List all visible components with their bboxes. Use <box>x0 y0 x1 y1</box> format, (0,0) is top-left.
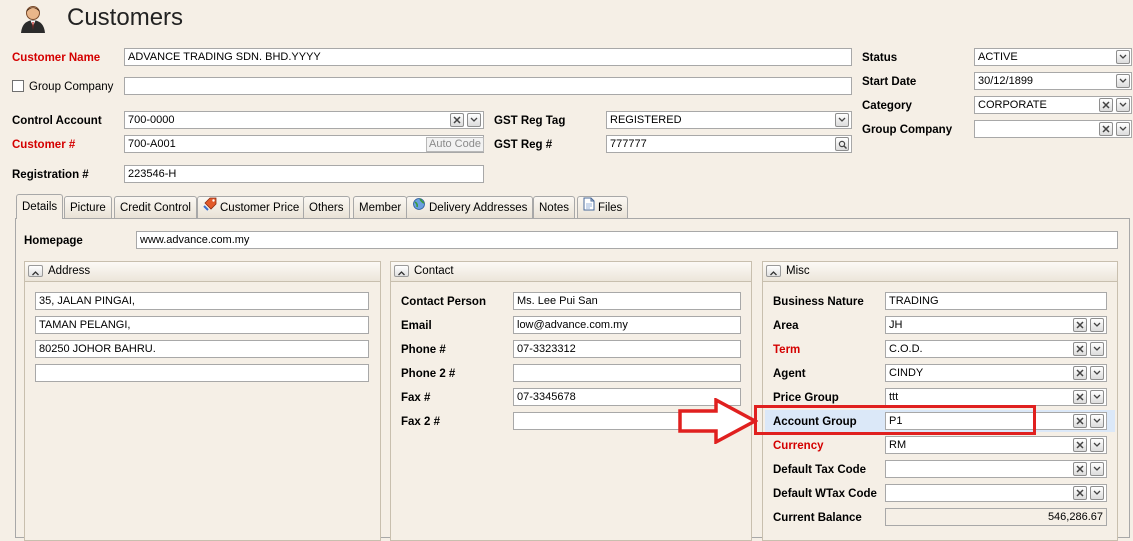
email-label: Email <box>401 320 432 332</box>
dropdown-chevron-icon[interactable] <box>1116 74 1130 88</box>
search-icon[interactable] <box>835 137 849 151</box>
phone-input[interactable]: 07-3323312 <box>513 340 741 358</box>
clear-icon[interactable] <box>1099 98 1113 112</box>
phone-2-input[interactable] <box>513 364 741 382</box>
business-nature-label: Business Nature <box>773 296 864 308</box>
group-company-text-input[interactable] <box>124 77 852 95</box>
dropdown-chevron-icon[interactable] <box>1090 462 1104 476</box>
homepage-label: Homepage <box>24 235 83 247</box>
clear-icon[interactable] <box>1073 366 1087 380</box>
tab-files[interactable]: Files <box>577 196 629 218</box>
homepage-input[interactable]: www.advance.com.my <box>136 231 1118 249</box>
customer-no-label: Customer # <box>12 139 76 151</box>
clear-icon[interactable] <box>1073 438 1087 452</box>
tab-member[interactable]: Member <box>353 196 408 218</box>
gst-reg-no-label: GST Reg # <box>494 139 553 151</box>
collapse-icon[interactable] <box>766 265 781 277</box>
gst-reg-tag-select[interactable]: REGISTERED <box>606 111 852 129</box>
dropdown-chevron-icon[interactable] <box>1090 318 1104 332</box>
dropdown-chevron-icon[interactable] <box>1090 438 1104 452</box>
default-wtax-code-label: Default WTax Code <box>773 488 877 500</box>
term-label: Term <box>773 344 801 356</box>
dropdown-chevron-icon[interactable] <box>1116 98 1130 112</box>
dropdown-chevron-icon[interactable] <box>1090 342 1104 356</box>
fax-2-label: Fax 2 # <box>401 416 440 428</box>
dropdown-chevron-icon[interactable] <box>835 113 849 127</box>
tab-details[interactable]: Details <box>16 194 64 219</box>
dropdown-chevron-icon[interactable] <box>1090 366 1104 380</box>
contact-person-label: Contact Person <box>401 296 486 308</box>
clear-icon[interactable] <box>1073 390 1087 404</box>
phone-label: Phone # <box>401 344 446 356</box>
address-line-3[interactable]: 80250 JOHOR BAHRU. <box>35 340 369 358</box>
misc-group-title: Misc <box>786 265 810 277</box>
dropdown-chevron-icon[interactable] <box>467 113 481 127</box>
registration-label: Registration # <box>12 169 89 181</box>
control-account-label: Control Account <box>12 115 102 127</box>
customer-name-input[interactable]: ADVANCE TRADING SDN. BHD.YYYY <box>124 48 852 66</box>
registration-input[interactable]: 223546-H <box>124 165 484 183</box>
address-group-title: Address <box>48 265 91 277</box>
phone-2-label: Phone 2 # <box>401 368 456 380</box>
group-company-check-label: Group Company <box>29 81 114 93</box>
annotation-arrow-icon <box>678 397 759 447</box>
gst-reg-tag-label: GST Reg Tag <box>494 115 566 127</box>
start-date-label: Start Date <box>862 76 917 88</box>
customer-user-icon <box>18 4 48 34</box>
collapse-icon[interactable] <box>28 265 43 277</box>
fax-label: Fax # <box>401 392 431 404</box>
tab-notes[interactable]: Notes <box>533 196 576 218</box>
status-select[interactable]: ACTIVE <box>974 48 1132 66</box>
agent-label: Agent <box>773 368 806 380</box>
clear-icon[interactable] <box>1073 342 1087 356</box>
default-tax-code-label: Default Tax Code <box>773 464 867 476</box>
address-line-2[interactable]: TAMAN PELANGI, <box>35 316 369 334</box>
tab-picture[interactable]: Picture <box>64 196 112 218</box>
page-title: Customers <box>67 4 184 31</box>
auto-code-button[interactable]: Auto Code <box>426 137 484 152</box>
tab-credit-control[interactable]: Credit Control <box>114 196 197 218</box>
clear-icon[interactable] <box>1099 122 1113 136</box>
tab-others[interactable]: Others <box>303 196 350 218</box>
clear-icon[interactable] <box>1073 486 1087 500</box>
contact-group-title: Contact <box>414 265 454 277</box>
dropdown-chevron-icon[interactable] <box>1090 390 1104 404</box>
contact-person-input[interactable]: Ms. Lee Pui San <box>513 292 741 310</box>
start-date-input[interactable]: 30/12/1899 <box>974 72 1132 90</box>
group-company-checkbox[interactable] <box>12 80 24 92</box>
business-nature-input[interactable]: TRADING <box>885 292 1107 310</box>
address-line-4[interactable] <box>35 364 369 382</box>
dropdown-chevron-icon[interactable] <box>1090 486 1104 500</box>
clear-icon[interactable] <box>1073 318 1087 332</box>
price-tag-icon <box>203 197 217 218</box>
status-label: Status <box>862 52 898 64</box>
area-label: Area <box>773 320 799 332</box>
email-input[interactable]: low@advance.com.my <box>513 316 741 334</box>
current-balance-value: 546,286.67 <box>885 508 1107 526</box>
customer-name-label: Customer Name <box>12 52 101 64</box>
current-balance-label: Current Balance <box>773 512 862 524</box>
collapse-icon[interactable] <box>394 265 409 277</box>
dropdown-chevron-icon[interactable] <box>1090 414 1104 428</box>
category-label: Category <box>862 100 912 112</box>
clear-icon[interactable] <box>450 113 464 127</box>
tab-customer-price[interactable]: Customer Price <box>197 196 306 218</box>
gst-reg-no-input[interactable]: 777777 <box>606 135 852 153</box>
clear-icon[interactable] <box>1073 462 1087 476</box>
address-line-1[interactable]: 35, JALAN PINGAI, <box>35 292 369 310</box>
currency-label: Currency <box>773 440 824 452</box>
group-company-label: Group Company <box>862 124 953 136</box>
tab-delivery-addresses[interactable]: Delivery Addresses <box>406 196 534 218</box>
price-group-label: Price Group <box>773 392 839 404</box>
file-icon <box>583 197 595 218</box>
control-account-input[interactable]: 700-0000 <box>124 111 484 129</box>
clear-icon[interactable] <box>1073 414 1087 428</box>
globe-icon <box>412 197 426 218</box>
dropdown-chevron-icon[interactable] <box>1116 122 1130 136</box>
dropdown-chevron-icon[interactable] <box>1116 50 1130 64</box>
annotation-highlight-box <box>754 405 1036 435</box>
